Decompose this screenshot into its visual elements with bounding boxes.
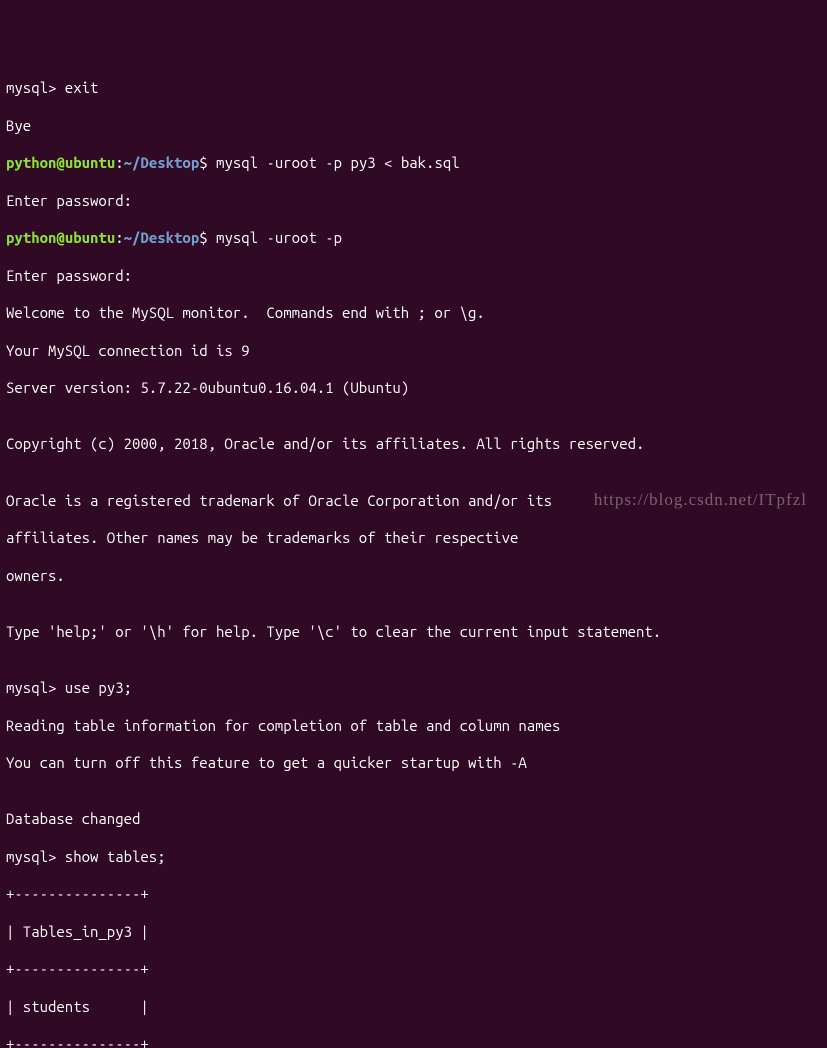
- prompt-at: @: [56, 154, 64, 171]
- table-border: +---------------+: [6, 885, 821, 904]
- terminal-line: mysql> use py3;: [6, 679, 821, 698]
- terminal-line: mysql> show tables;: [6, 848, 821, 867]
- prompt-user: python: [6, 154, 56, 171]
- prompt-host: ubuntu: [65, 154, 115, 171]
- terminal-line: You can turn off this feature to get a q…: [6, 754, 821, 773]
- prompt-user: python: [6, 229, 56, 246]
- terminal-line: Database changed: [6, 810, 821, 829]
- prompt-path: ~/Desktop: [124, 154, 200, 171]
- prompt-line: python@ubuntu:~/Desktop$ mysql -uroot -p…: [6, 154, 821, 173]
- terminal-line: affiliates. Other names may be trademark…: [6, 529, 821, 548]
- command-text: mysql -uroot -p py3 < bak.sql: [216, 154, 460, 171]
- table-border: +---------------+: [6, 1035, 821, 1048]
- command-text: mysql -uroot -p: [216, 229, 342, 246]
- terminal-line: owners.: [6, 567, 821, 586]
- terminal-line: Welcome to the MySQL monitor. Commands e…: [6, 304, 821, 323]
- prompt-colon: :: [115, 154, 123, 171]
- terminal-line: Copyright (c) 2000, 2018, Oracle and/or …: [6, 435, 821, 454]
- prompt-colon: :: [115, 229, 123, 246]
- terminal-line: mysql> exit: [6, 79, 821, 98]
- table-row: | students |: [6, 998, 821, 1017]
- terminal-line: Your MySQL connection id is 9: [6, 342, 821, 361]
- watermark-text: https://blog.csdn.net/ITpfzl: [594, 489, 807, 510]
- prompt-dollar: $: [199, 229, 216, 246]
- prompt-dollar: $: [199, 154, 216, 171]
- terminal-line: Enter password:: [6, 192, 821, 211]
- terminal-line: Reading table information for completion…: [6, 717, 821, 736]
- prompt-host: ubuntu: [65, 229, 115, 246]
- table-border: +---------------+: [6, 960, 821, 979]
- terminal-line: Bye: [6, 117, 821, 136]
- prompt-at: @: [56, 229, 64, 246]
- prompt-path: ~/Desktop: [124, 229, 200, 246]
- table-header: | Tables_in_py3 |: [6, 923, 821, 942]
- prompt-line: python@ubuntu:~/Desktop$ mysql -uroot -p: [6, 229, 821, 248]
- terminal-line: Enter password:: [6, 267, 821, 286]
- terminal-line: Type 'help;' or '\h' for help. Type '\c'…: [6, 623, 821, 642]
- terminal-line: Server version: 5.7.22-0ubuntu0.16.04.1 …: [6, 379, 821, 398]
